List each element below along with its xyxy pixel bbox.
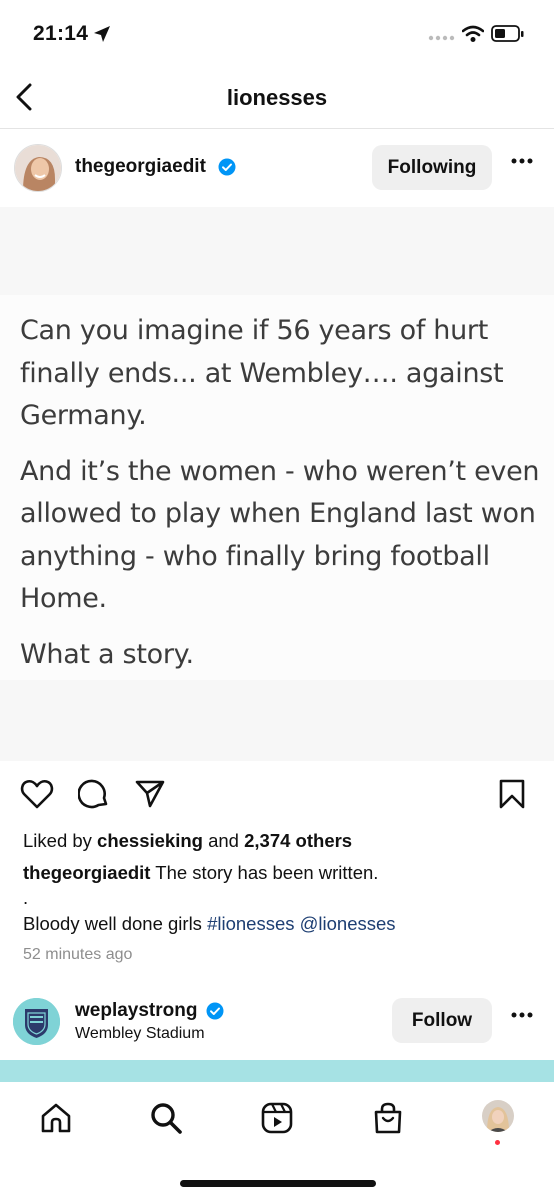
tab-profile-avatar[interactable] (482, 1100, 514, 1132)
caption-dot: . (23, 887, 29, 908)
avatar[interactable] (14, 144, 62, 192)
quote-paragraph: Can you imagine if 56 years of hurt fina… (20, 315, 504, 431)
home-indicator (180, 1180, 376, 1187)
next-post-username[interactable]: weplaystrong (75, 1000, 197, 1022)
search-icon (151, 1103, 182, 1134)
following-button[interactable]: Following (372, 145, 492, 190)
post-header: thegeorgiaedit Following (0, 130, 554, 206)
location-arrow-icon (94, 26, 110, 42)
shop-icon (374, 1102, 402, 1134)
nav-header: lionesses (0, 70, 554, 129)
weplaystrong-logo-icon (13, 998, 60, 1045)
tab-shop[interactable] (368, 1098, 408, 1138)
caption-line-2: Bloody well done girls #lionesses @lione… (23, 913, 396, 935)
notification-dot (495, 1140, 500, 1145)
next-post-image[interactable] (0, 1060, 554, 1082)
post-username[interactable]: thegeorgiaedit (75, 156, 206, 178)
share-icon[interactable] (134, 778, 166, 810)
user-photo-icon (15, 145, 61, 191)
page-title: lionesses (226, 85, 328, 110)
home-icon (41, 1103, 71, 1133)
more-options-icon[interactable] (510, 1011, 534, 1019)
timestamp: 52 minutes ago (23, 946, 133, 963)
verified-badge-icon (206, 1002, 224, 1020)
heart-icon[interactable] (20, 778, 54, 810)
battery-icon (491, 25, 524, 42)
signal-icon (428, 35, 455, 41)
more-options-icon[interactable] (510, 157, 534, 165)
follow-button[interactable]: Follow (392, 998, 492, 1043)
likes-prefix: Liked by (23, 830, 92, 851)
likes-count[interactable]: 2,374 others (244, 830, 352, 851)
bookmark-icon[interactable] (498, 778, 526, 810)
caption-text: The story has been written. (155, 862, 379, 883)
verified-badge-icon (218, 158, 236, 176)
hashtag-link[interactable]: #lionesses (207, 913, 294, 934)
quote-paragraph: And it’s the women - who weren’t even al… (20, 455, 540, 615)
quote-text: Can you imagine if 56 years of hurt fina… (20, 310, 540, 689)
status-time: 21:14 (33, 22, 89, 45)
caption: thegeorgiaedit The story has been writte… (23, 862, 378, 884)
caption-username[interactable]: thegeorgiaedit (23, 862, 150, 883)
tab-reels[interactable] (257, 1098, 297, 1138)
likes-line[interactable]: Liked by chessieking and 2,374 others (23, 830, 352, 852)
quote-paragraph: What a story. (20, 638, 194, 670)
avatar[interactable] (13, 998, 60, 1045)
caption-text-2: Bloody well done girls (23, 913, 202, 934)
action-bar (0, 770, 554, 820)
tab-search[interactable] (146, 1098, 186, 1138)
reels-icon (261, 1102, 293, 1134)
likes-middle: and (208, 830, 239, 851)
mention-link[interactable]: @lionesses (300, 913, 396, 934)
next-post-location[interactable]: Wembley Stadium (75, 1025, 205, 1043)
next-post-header: weplaystrong Wembley Stadium Follow (0, 990, 554, 1060)
status-bar: 21:14 (0, 0, 554, 70)
tab-home[interactable] (36, 1098, 76, 1138)
profile-photo-icon (482, 1100, 514, 1132)
liked-by-user[interactable]: chessieking (97, 830, 203, 851)
comment-icon[interactable] (78, 778, 110, 810)
wifi-icon (462, 25, 484, 42)
